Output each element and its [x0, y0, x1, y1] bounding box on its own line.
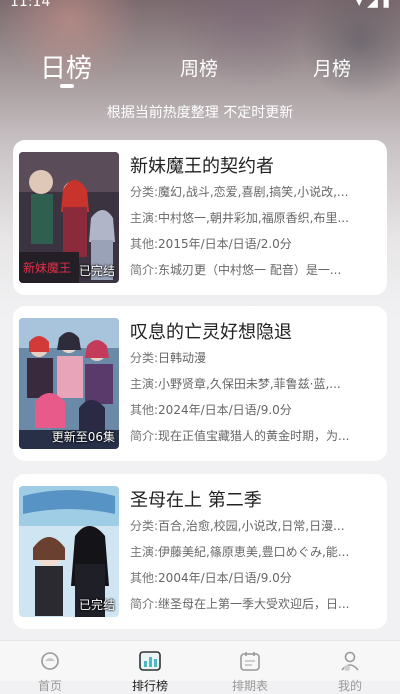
- active-tab-indicator: [60, 84, 74, 88]
- genre-row: 分类:日韩动漫: [130, 351, 207, 365]
- tabbar-item-schedule[interactable]: 排期表: [220, 651, 280, 694]
- tabbar-item-profile[interactable]: 我的: [320, 651, 380, 694]
- home-icon: [41, 652, 59, 670]
- cast-row: 主演:伊藤美紀,篠原恵美,豊口めぐみ,能...: [130, 545, 350, 559]
- tabbar-item-ranking[interactable]: 排行榜: [120, 651, 180, 694]
- status-badge: 已完结: [78, 598, 115, 612]
- status-bar: 11:14 ▾ ◢ ▮: [0, 0, 400, 14]
- genre-row: 分类:魔幻,战斗,恋爱,喜剧,搞笑,小说改,...: [130, 185, 349, 199]
- anime-title[interactable]: 叹息的亡灵好想隐退: [130, 318, 380, 344]
- cover-image[interactable]: 新妹魔王 已完结: [19, 152, 119, 283]
- cast-row: 主演:中村悠一,朝井彩加,福原香织,布里...: [130, 211, 349, 225]
- tab-daily[interactable]: 日榜: [40, 48, 92, 85]
- synopsis-row: 简介:东城刃更（中村悠一 配音）是一...: [130, 263, 342, 277]
- status-badge: 已完结: [78, 264, 115, 278]
- synopsis-row: 简介:继圣母在上第一季大受欢迎后，日...: [130, 597, 350, 611]
- anime-title[interactable]: 圣母在上 第二季: [130, 486, 380, 512]
- synopsis-row: 简介:现在正值宝藏猎人的黄金时期，为...: [130, 429, 350, 443]
- ranking-icon: [139, 651, 161, 671]
- anime-title[interactable]: 新妹魔王的契约者: [130, 152, 380, 178]
- info-row: 其他:2024年/日本/日语/9.0分: [130, 403, 292, 417]
- status-time: 11:14: [10, 0, 51, 10]
- cover-image[interactable]: 已完结: [19, 486, 119, 617]
- svg-text:新妹魔王: 新妹魔王: [23, 260, 71, 275]
- bottom-tab-bar: 首页 排行榜 排期表 我的: [0, 640, 400, 693]
- tabbar-item-home[interactable]: 首页: [20, 651, 80, 694]
- info-row: 其他:2015年/日本/日语/2.0分: [130, 237, 292, 251]
- ranking-subtitle: 根据当前热度整理 不定时更新: [106, 105, 294, 121]
- calendar-icon: [240, 652, 260, 671]
- info-row: 其他:2004年/日本/日语/9.0分: [130, 571, 292, 585]
- tab-monthly[interactable]: 月榜: [313, 54, 351, 81]
- ranking-period-tabs: 日榜 周榜 月榜: [0, 48, 400, 98]
- profile-icon: [341, 651, 359, 671]
- cast-row: 主演:小野贤章,久保田未梦,菲鲁兹·蓝,...: [130, 377, 341, 391]
- status-system-icons: ▾ ◢ ▮: [355, 0, 390, 10]
- anime-card[interactable]: 新妹魔王 已完结 新妹魔王的契约者 分类:魔幻,战斗,恋爱,喜剧,搞笑,小说改,…: [13, 140, 387, 295]
- status-badge: 更新至06集: [51, 430, 115, 444]
- cover-image[interactable]: 更新至06集: [19, 318, 119, 449]
- tab-weekly[interactable]: 周榜: [180, 54, 218, 81]
- anime-card[interactable]: 更新至06集 叹息的亡灵好想隐退 分类:日韩动漫 主演:小野贤章,久保田未梦,菲…: [13, 306, 387, 461]
- genre-row: 分类:百合,治愈,校园,小说改,日常,日漫...: [130, 519, 345, 533]
- anime-card[interactable]: 已完结 圣母在上 第二季 分类:百合,治愈,校园,小说改,日常,日漫... 主演…: [13, 474, 387, 629]
